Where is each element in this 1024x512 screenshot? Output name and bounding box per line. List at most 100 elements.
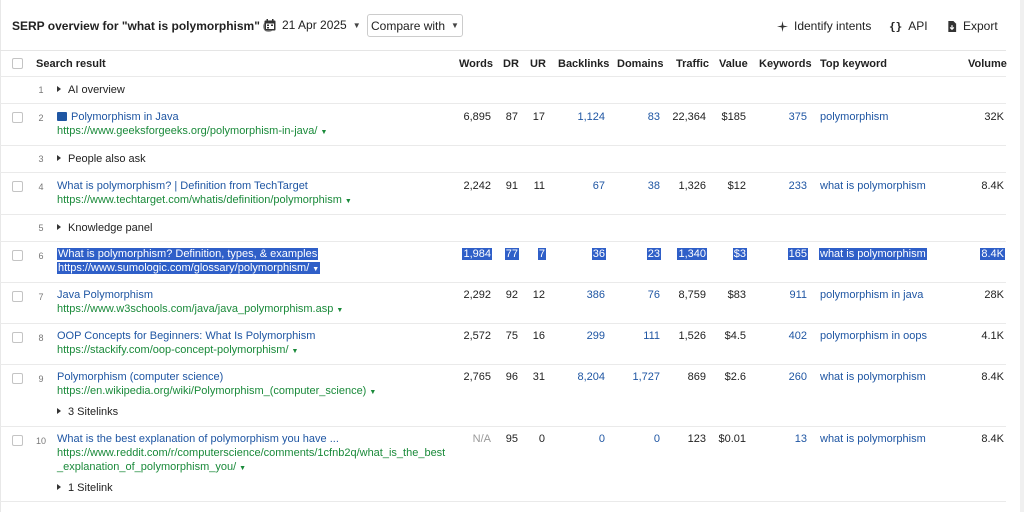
identify-intents-label: Identify intents: [794, 19, 872, 33]
cell-backlinks[interactable]: 0: [599, 433, 605, 445]
sitelinks-toggle[interactable]: 1 Sitelink: [57, 482, 113, 494]
result-title-link[interactable]: Polymorphism (computer science): [57, 371, 223, 383]
row-number: 8: [38, 333, 44, 343]
serp-feature-ai-overview[interactable]: AI overview: [57, 84, 125, 96]
row-number: 4: [38, 182, 44, 192]
cell-value: $0.01: [718, 433, 746, 445]
sparkle-icon: [777, 20, 788, 32]
column-header-dr[interactable]: DR: [503, 58, 519, 70]
cell-ur: 31: [532, 371, 545, 383]
result-title-link[interactable]: OOP Concepts for Beginners: What Is Poly…: [57, 330, 315, 342]
column-header-domains[interactable]: Domains: [617, 58, 663, 70]
column-header-keywords[interactable]: Keywords: [759, 58, 812, 70]
expand-triangle-icon: [57, 408, 61, 414]
cell-ur: 17: [532, 111, 545, 123]
cell-top-keyword[interactable]: polymorphism: [820, 111, 888, 123]
row-checkbox[interactable]: [12, 112, 23, 123]
serp-feature-knowledge-panel[interactable]: Knowledge panel: [57, 222, 152, 234]
table-row-people-also-ask: 3 People also ask: [0, 146, 1006, 173]
cell-keywords[interactable]: 233: [789, 180, 807, 192]
cell-top-keyword[interactable]: what is polymorphism: [820, 180, 926, 192]
table-row: 7 Java Polymorphism https://www.w3school…: [0, 283, 1006, 324]
column-header-words[interactable]: Words: [459, 58, 493, 70]
row-checkbox[interactable]: [12, 332, 23, 343]
result-url-text: https://www.techtarget.com/whatis/defini…: [57, 194, 342, 206]
serp-feature-label: People also ask: [68, 153, 146, 165]
cell-backlinks[interactable]: 1,124: [577, 111, 605, 123]
column-header-search-result[interactable]: Search result: [36, 58, 106, 70]
serp-feature-people-also-ask[interactable]: People also ask: [57, 153, 146, 165]
cell-domains[interactable]: 1,727: [632, 371, 660, 383]
result-url-link[interactable]: https://www.sumologic.com/glossary/polym…: [57, 262, 321, 274]
chevron-down-icon: ▼: [291, 348, 299, 355]
result-url-link[interactable]: https://www.reddit.com/r/computerscience…: [57, 447, 445, 459]
cell-traffic: 1,340: [677, 248, 707, 260]
cell-top-keyword[interactable]: what is polymorphism: [819, 248, 927, 260]
row-checkbox[interactable]: [12, 250, 23, 261]
table-row-selected: 6 What is polymorphism? Definition, type…: [0, 242, 1006, 283]
export-button[interactable]: Export: [947, 19, 998, 33]
column-header-volume[interactable]: Volume: [968, 58, 1007, 70]
result-title-link[interactable]: What is polymorphism? Definition, types,…: [57, 248, 319, 260]
compare-with-button[interactable]: Compare with ▼: [367, 14, 463, 37]
cell-dr: 95: [505, 433, 518, 445]
cell-top-keyword[interactable]: polymorphism in oops: [820, 330, 927, 342]
cell-keywords[interactable]: 165: [787, 248, 808, 260]
column-header-top-keyword[interactable]: Top keyword: [820, 58, 887, 70]
column-header-traffic[interactable]: Traffic: [676, 58, 709, 70]
cell-traffic: 8,759: [678, 289, 706, 301]
cell-value: $3: [732, 248, 747, 260]
cell-backlinks[interactable]: 8,204: [577, 371, 605, 383]
sitelinks-toggle[interactable]: 3 Sitelinks: [57, 406, 118, 418]
row-checkbox[interactable]: [12, 373, 23, 384]
select-all-checkbox[interactable]: [12, 58, 23, 69]
row-checkbox[interactable]: [12, 291, 23, 302]
result-url-link[interactable]: https://stackify.com/oop-concept-polymor…: [57, 344, 298, 356]
column-header-value[interactable]: Value: [719, 58, 748, 70]
table-row: 9 Polymorphism (computer science) https:…: [0, 365, 1006, 427]
cell-top-keyword[interactable]: what is polymorphism: [820, 371, 926, 383]
row-number: 10: [36, 436, 47, 446]
identify-intents-button[interactable]: Identify intents: [777, 19, 871, 33]
cell-keywords[interactable]: 13: [795, 433, 807, 445]
cell-backlinks[interactable]: 299: [587, 330, 605, 342]
cell-backlinks[interactable]: 67: [593, 180, 605, 192]
result-url-link[interactable]: https://www.techtarget.com/whatis/defini…: [57, 194, 352, 206]
cell-domains[interactable]: 76: [648, 289, 660, 301]
result-title-text: Polymorphism in Java: [71, 111, 179, 123]
result-url-link[interactable]: https://www.w3schools.com/java/java_poly…: [57, 303, 343, 315]
sitelinks-label: 1 Sitelink: [68, 482, 113, 494]
result-url-link[interactable]: https://en.wikipedia.org/wiki/Polymorphi…: [57, 385, 376, 397]
result-url-link-continued[interactable]: _explanation_of_polymorphism_you/▼: [57, 461, 246, 473]
page-header: SERP overview for "what is polymorphism"…: [0, 0, 1024, 50]
column-header-ur[interactable]: UR: [530, 58, 546, 70]
cell-top-keyword[interactable]: what is polymorphism: [820, 433, 926, 445]
cell-domains[interactable]: 83: [648, 111, 660, 123]
api-button[interactable]: {} API: [889, 19, 928, 33]
cell-domains[interactable]: 0: [654, 433, 660, 445]
cell-keywords[interactable]: 260: [789, 371, 807, 383]
cell-domains[interactable]: 111: [643, 330, 660, 342]
cell-backlinks[interactable]: 386: [587, 289, 605, 301]
result-title-link[interactable]: Java Polymorphism: [57, 289, 153, 301]
cell-domains[interactable]: 38: [648, 180, 660, 192]
cell-domains[interactable]: 23: [646, 248, 661, 260]
result-url-link[interactable]: https://www.geeksforgeeks.org/polymorphi…: [57, 125, 327, 137]
cell-backlinks[interactable]: 36: [591, 248, 606, 260]
cell-keywords[interactable]: 375: [789, 111, 807, 123]
cell-value: $2.6: [724, 371, 746, 383]
row-checkbox[interactable]: [12, 181, 23, 192]
table-row: 8 OOP Concepts for Beginners: What Is Po…: [0, 324, 1006, 365]
result-title-link[interactable]: What is the best explanation of polymorp…: [57, 433, 339, 445]
result-title-link[interactable]: Polymorphism in Java: [57, 111, 179, 123]
cell-top-keyword[interactable]: polymorphism in java: [820, 289, 923, 301]
column-header-backlinks[interactable]: Backlinks: [558, 58, 609, 70]
cell-keywords[interactable]: 911: [789, 289, 807, 301]
cell-words: 2,572: [463, 330, 491, 342]
date-picker[interactable]: 21 Apr 2025 ▼: [264, 18, 361, 32]
cell-volume: 32K: [984, 111, 1004, 123]
cell-keywords[interactable]: 402: [789, 330, 807, 342]
row-checkbox[interactable]: [12, 435, 23, 446]
cell-dr: 87: [505, 111, 518, 123]
result-title-link[interactable]: What is polymorphism? | Definition from …: [57, 180, 308, 192]
